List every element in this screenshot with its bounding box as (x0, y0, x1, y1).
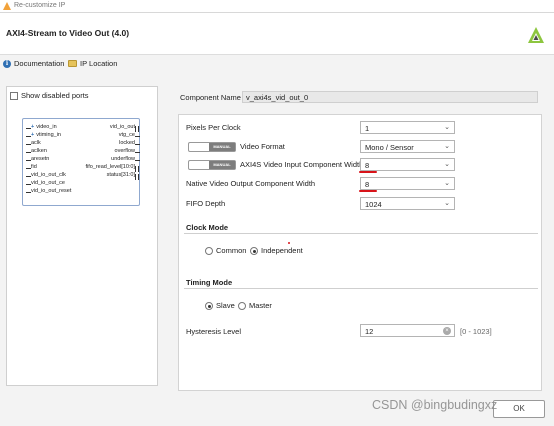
port-row: vid_io_out_ce (26, 180, 135, 188)
timing-master-radio[interactable]: Master (238, 301, 272, 310)
chevron-down-icon: ⌄ (444, 124, 450, 131)
video-format-select[interactable]: Mono / Sensor ⌄ (360, 140, 455, 153)
bus-pin-icon (135, 174, 139, 180)
port-right: vtg_ce (118, 132, 135, 138)
port-left: + vtiming_in (31, 132, 61, 138)
pixels-per-clock-select[interactable]: 1 ⌄ (360, 121, 455, 134)
port-left: aclken (31, 148, 47, 154)
port-right: underflow (111, 156, 135, 162)
clear-icon[interactable]: × (443, 327, 451, 335)
bus-pin-icon (135, 126, 139, 132)
port-right: overflow (114, 148, 135, 154)
clock-mode-title: Clock Mode (186, 223, 229, 232)
parameters-section: Pixels Per Clock 1 ⌄ MANUAL Video Format … (178, 114, 542, 391)
hysteresis-range: [0 - 1023] (460, 327, 492, 336)
vivado-app-icon (3, 2, 11, 10)
axi4s-width-label: AXI4S Video Input Component Width (240, 160, 364, 169)
port-right: fifo_read_level[10:0] (85, 164, 135, 170)
axi4s-width-manual-toggle[interactable]: MANUAL (188, 160, 236, 170)
port-row: vid_io_out_clk status[31:0] (26, 172, 139, 180)
radio-circle[interactable] (238, 301, 246, 310)
radio-circle[interactable] (205, 246, 213, 255)
ip-location-label: IP Location (80, 59, 118, 68)
documentation-label: Documentation (14, 59, 65, 68)
ok-button[interactable]: OK (493, 400, 545, 418)
port-left: vid_io_out_ce (31, 180, 65, 186)
port-row: fid fifo_read_level[10:0] (26, 164, 139, 172)
component-name-field[interactable]: v_axi4s_vid_out_0 (242, 91, 538, 103)
timing-mode-title: Timing Mode (186, 278, 233, 287)
link-bar: i Documentation IP Location (0, 55, 554, 73)
chevron-down-icon: ⌄ (444, 161, 450, 168)
red-annotation-underline (359, 171, 377, 173)
port-row: aclk locked (26, 140, 140, 148)
port-row: + vtiming_in vtg_ce (26, 132, 140, 140)
radio-circle-selected[interactable] (250, 246, 258, 255)
port-left: fid (31, 164, 37, 170)
chevron-down-icon: ⌄ (444, 200, 450, 207)
video-format-manual-toggle[interactable]: MANUAL (188, 142, 236, 152)
csdn-watermark: CSDN @bingbudingxz (372, 398, 498, 412)
show-disabled-ports-label: Show disabled ports (21, 91, 89, 100)
window-titlebar: Re-customize IP (0, 0, 554, 13)
info-icon: i (3, 59, 11, 68)
ip-location-link[interactable]: IP Location (68, 59, 117, 68)
hysteresis-input[interactable]: 12 × (360, 324, 455, 337)
chevron-down-icon: ⌄ (444, 143, 450, 150)
red-annotation-underline (359, 190, 377, 192)
video-format-label: Video Format (240, 142, 285, 151)
ip-symbol-block: + video_in vid_io_out + vtiming_in vtg_ce … (22, 118, 140, 206)
fifo-depth-select[interactable]: 1024 ⌄ (360, 197, 455, 210)
port-row: aresetn underflow (26, 156, 140, 164)
folder-icon (68, 60, 77, 67)
divider (184, 233, 538, 234)
clock-common-radio[interactable]: Common (205, 246, 246, 255)
port-left: vid_io_out_clk (31, 172, 66, 178)
port-right: vid_io_out (109, 124, 135, 130)
port-right: locked (119, 140, 135, 146)
bus-pin-icon (135, 166, 139, 172)
component-name-row: Component Name (180, 93, 241, 102)
clock-independent-radio[interactable]: Independent (250, 246, 303, 255)
divider (184, 288, 538, 289)
port-left: aresetn (31, 156, 50, 162)
xilinx-logo-icon (528, 27, 544, 43)
ip-header: AXI4-Stream to Video Out (4.0) (0, 13, 554, 55)
show-disabled-ports-checkbox[interactable]: Show disabled ports (10, 91, 89, 100)
expand-plus-icon[interactable]: + (31, 132, 34, 138)
native-width-select[interactable]: 8 ⌄ (360, 177, 455, 190)
fifo-depth-label: FIFO Depth (186, 199, 226, 208)
timing-slave-radio[interactable]: Slave (205, 301, 235, 310)
chevron-down-icon: ⌄ (444, 180, 450, 187)
expand-plus-icon[interactable]: + (31, 124, 34, 130)
red-annotation-dot (288, 242, 290, 244)
axi4s-width-select[interactable]: 8 ⌄ (360, 158, 455, 171)
port-right: status[31:0] (106, 172, 135, 178)
component-name-label: Component Name (180, 93, 241, 102)
window-title: Re-customize IP (14, 2, 66, 9)
documentation-link[interactable]: i Documentation (3, 59, 64, 68)
port-row: aclken overflow (26, 148, 140, 156)
port-row: vid_io_out_reset (26, 188, 135, 196)
pixels-per-clock-label: Pixels Per Clock (186, 123, 241, 132)
port-left: vid_io_out_reset (31, 188, 72, 194)
checkbox-box[interactable] (10, 91, 18, 100)
port-left: aclk (31, 140, 41, 146)
native-width-label: Native Video Output Component Width (186, 179, 316, 188)
radio-circle-selected[interactable] (205, 301, 213, 310)
ip-title: AXI4-Stream to Video Out (4.0) (6, 28, 130, 38)
hysteresis-label: Hysteresis Level (186, 327, 242, 336)
parameters-panel: Component Name v_axi4s_vid_out_0 Pixels … (166, 86, 550, 396)
port-row: + video_in vid_io_out (26, 124, 139, 132)
port-left: + video_in (31, 124, 57, 130)
